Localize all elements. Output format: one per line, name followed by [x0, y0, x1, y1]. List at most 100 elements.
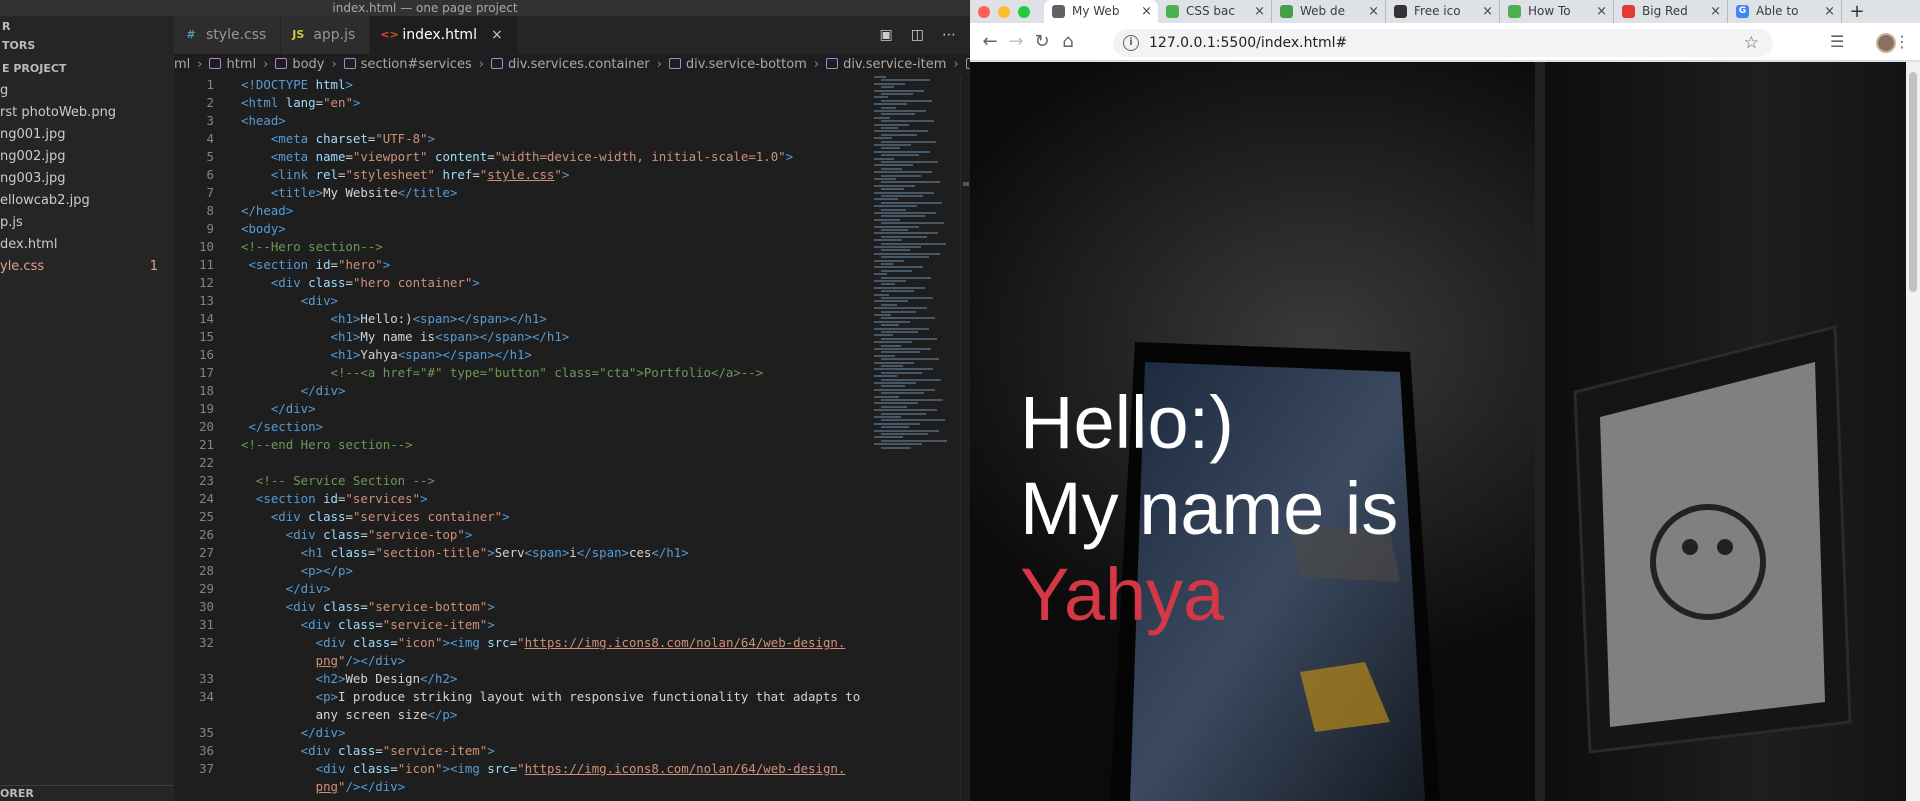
code-line[interactable]: 8 </head>	[174, 202, 864, 220]
code-line[interactable]: 36 <div class="service-item">	[174, 742, 864, 760]
code-line[interactable]: 26 <div class="service-top">	[174, 526, 864, 544]
file-tree-item[interactable]: dex.html	[0, 234, 174, 256]
close-window-button[interactable]	[978, 5, 990, 18]
file-tree-item[interactable]: rst photoWeb.png	[0, 102, 174, 124]
close-tab-icon[interactable]: ×	[491, 16, 503, 54]
reading-list-icon[interactable]: ☰	[1830, 32, 1844, 52]
code-line[interactable]: 16 <h1>Yahya<span></span></h1>	[174, 346, 864, 364]
code-line[interactable]: 37 <div class="icon"><img src="https://i…	[174, 760, 864, 778]
editor-tab[interactable]: <> index.html ×	[370, 16, 518, 54]
code-line[interactable]: 17 <!--<a href="#" type="button" class="…	[174, 364, 864, 382]
editor-tab[interactable]: # style.css	[174, 16, 282, 54]
code-line[interactable]: 32 <div class="icon"><img src="https://i…	[174, 634, 864, 652]
minimize-window-button[interactable]	[998, 5, 1010, 18]
project-folder[interactable]: E PROJECT	[0, 58, 174, 80]
file-tree-item[interactable]: ng003.jpg	[0, 168, 174, 190]
code-line[interactable]: 6 <link rel="stylesheet" href="style.css…	[174, 166, 864, 184]
code-line[interactable]: 12 <div class="hero container">	[174, 274, 864, 292]
home-icon[interactable]: ⌂	[1058, 32, 1078, 52]
file-tree-item[interactable]: p.js	[0, 212, 174, 234]
code-line[interactable]: 14 <h1>Hello:)<span></span></h1>	[174, 310, 864, 328]
code-line[interactable]: 24 <section id="services">	[174, 490, 864, 508]
profile-avatar[interactable]	[1876, 33, 1896, 53]
page-scrollbar[interactable]	[1906, 62, 1920, 801]
breadcrumb-item[interactable]: ml	[174, 54, 190, 76]
new-tab-button[interactable]: +	[1842, 0, 1872, 23]
browser-tab[interactable]: Free ico ×	[1386, 0, 1500, 23]
browser-tab[interactable]: My Web ×	[1044, 0, 1158, 23]
code-line[interactable]: 27 <h1 class="section-title">Serv<span>i…	[174, 544, 864, 562]
code-line[interactable]: 13 <div>	[174, 292, 864, 310]
breadcrumb-item[interactable]: section#services	[361, 54, 472, 76]
page-scroll-thumb[interactable]	[1909, 72, 1917, 292]
reload-icon[interactable]: ↻	[1032, 32, 1052, 52]
editor-tab[interactable]: JS app.js	[281, 16, 371, 54]
close-tab-icon[interactable]: ×	[1254, 0, 1265, 23]
close-tab-icon[interactable]: ×	[1368, 0, 1379, 23]
breadcrumb-item[interactable]: body	[292, 54, 324, 76]
breadcrumb-item[interactable]: html	[226, 54, 256, 76]
save-all-icon[interactable]: ▣	[880, 27, 893, 43]
code-line[interactable]: 21 <!--end Hero section-->	[174, 436, 864, 454]
code-line[interactable]: 10 <!--Hero section-->	[174, 238, 864, 256]
code-line[interactable]: 2 <html lang="en">	[174, 94, 864, 112]
breadcrumb-item[interactable]: div.services.container	[508, 54, 650, 76]
code-line[interactable]: 33 <h2>Web Design</h2>	[174, 670, 864, 688]
code-line[interactable]: 3 <head>	[174, 112, 864, 130]
chrome-menu-icon[interactable]: ⋮	[1894, 32, 1910, 52]
code-line[interactable]: 34 <p>I produce striking layout with res…	[174, 688, 864, 706]
editor-scrollbar[interactable]	[960, 76, 970, 801]
url-text[interactable]: 127.0.0.1:5500/index.html#	[1149, 29, 1347, 57]
code-line[interactable]: 25 <div class="services container">	[174, 508, 864, 526]
bookmark-star-icon[interactable]: ☆	[1744, 29, 1759, 57]
forward-icon[interactable]: →	[1006, 32, 1026, 52]
file-tree-item[interactable]: yle.css 1	[0, 256, 174, 278]
code-line[interactable]: 28 <p></p>	[174, 562, 864, 580]
outline-section[interactable]: ORER	[0, 785, 174, 801]
close-tab-icon[interactable]: ×	[1482, 0, 1493, 23]
code-line[interactable]: 23 <!-- Service Section -->	[174, 472, 864, 490]
back-icon[interactable]: ←	[980, 32, 1000, 52]
more-actions-icon[interactable]: ⋯	[942, 27, 956, 43]
file-tree-item[interactable]: ng002.jpg	[0, 146, 174, 168]
browser-tab[interactable]: G Able to ×	[1728, 0, 1842, 23]
close-tab-icon[interactable]: ×	[1141, 0, 1152, 23]
close-tab-icon[interactable]: ×	[1596, 0, 1607, 23]
browser-tab[interactable]: CSS bac ×	[1158, 0, 1272, 23]
address-bar[interactable]: i 127.0.0.1:5500/index.html# ☆	[1113, 29, 1773, 57]
code-line[interactable]: 18 </div>	[174, 382, 864, 400]
editor-scroll-thumb[interactable]	[963, 182, 969, 186]
site-info-icon[interactable]: i	[1123, 35, 1139, 51]
open-editors-section[interactable]: TORS	[0, 38, 174, 54]
browser-tab[interactable]: Web de ×	[1272, 0, 1386, 23]
minimap[interactable]	[870, 76, 960, 466]
file-tree-item[interactable]: ellowcab2.jpg	[0, 190, 174, 212]
code-line[interactable]: 4 <meta charset="UTF-8">	[174, 130, 864, 148]
split-editor-icon[interactable]: ◫	[911, 27, 924, 43]
maximize-window-button[interactable]	[1018, 5, 1030, 18]
breadcrumb-item[interactable]: div.service-bottom	[686, 54, 807, 76]
file-tree-item[interactable]: g	[0, 80, 174, 102]
code-line[interactable]: 1 <!DOCTYPE html>	[174, 76, 864, 94]
code-line[interactable]: 30 <div class="service-bottom">	[174, 598, 864, 616]
code-line[interactable]: 22	[174, 454, 864, 472]
code-editor[interactable]: 1 <!DOCTYPE html> 2 <html lang="en"> 3 <head>…	[174, 76, 864, 801]
code-line[interactable]: 7 <title>My Website</title>	[174, 184, 864, 202]
browser-tab[interactable]: How To ×	[1500, 0, 1614, 23]
code-line[interactable]: 20 </section>	[174, 418, 864, 436]
code-line[interactable]: 11 <section id="hero">	[174, 256, 864, 274]
code-line[interactable]: any screen size</p>	[174, 706, 864, 724]
code-line[interactable]: png"/></div>	[174, 652, 864, 670]
code-line[interactable]: 29 </div>	[174, 580, 864, 598]
code-line[interactable]: 5 <meta name="viewport" content="width=d…	[174, 148, 864, 166]
close-tab-icon[interactable]: ×	[1824, 0, 1835, 23]
file-tree-item[interactable]: ng001.jpg	[0, 124, 174, 146]
code-line[interactable]: 15 <h1>My name is<span></span></h1>	[174, 328, 864, 346]
close-tab-icon[interactable]: ×	[1710, 0, 1721, 23]
code-line[interactable]: 19 </div>	[174, 400, 864, 418]
code-line[interactable]: 31 <div class="service-item">	[174, 616, 864, 634]
breadcrumb-item[interactable]: div.service-item	[843, 54, 946, 76]
code-line[interactable]: 9 <body>	[174, 220, 864, 238]
code-line[interactable]: 35 </div>	[174, 724, 864, 742]
browser-tab[interactable]: Big Red ×	[1614, 0, 1728, 23]
